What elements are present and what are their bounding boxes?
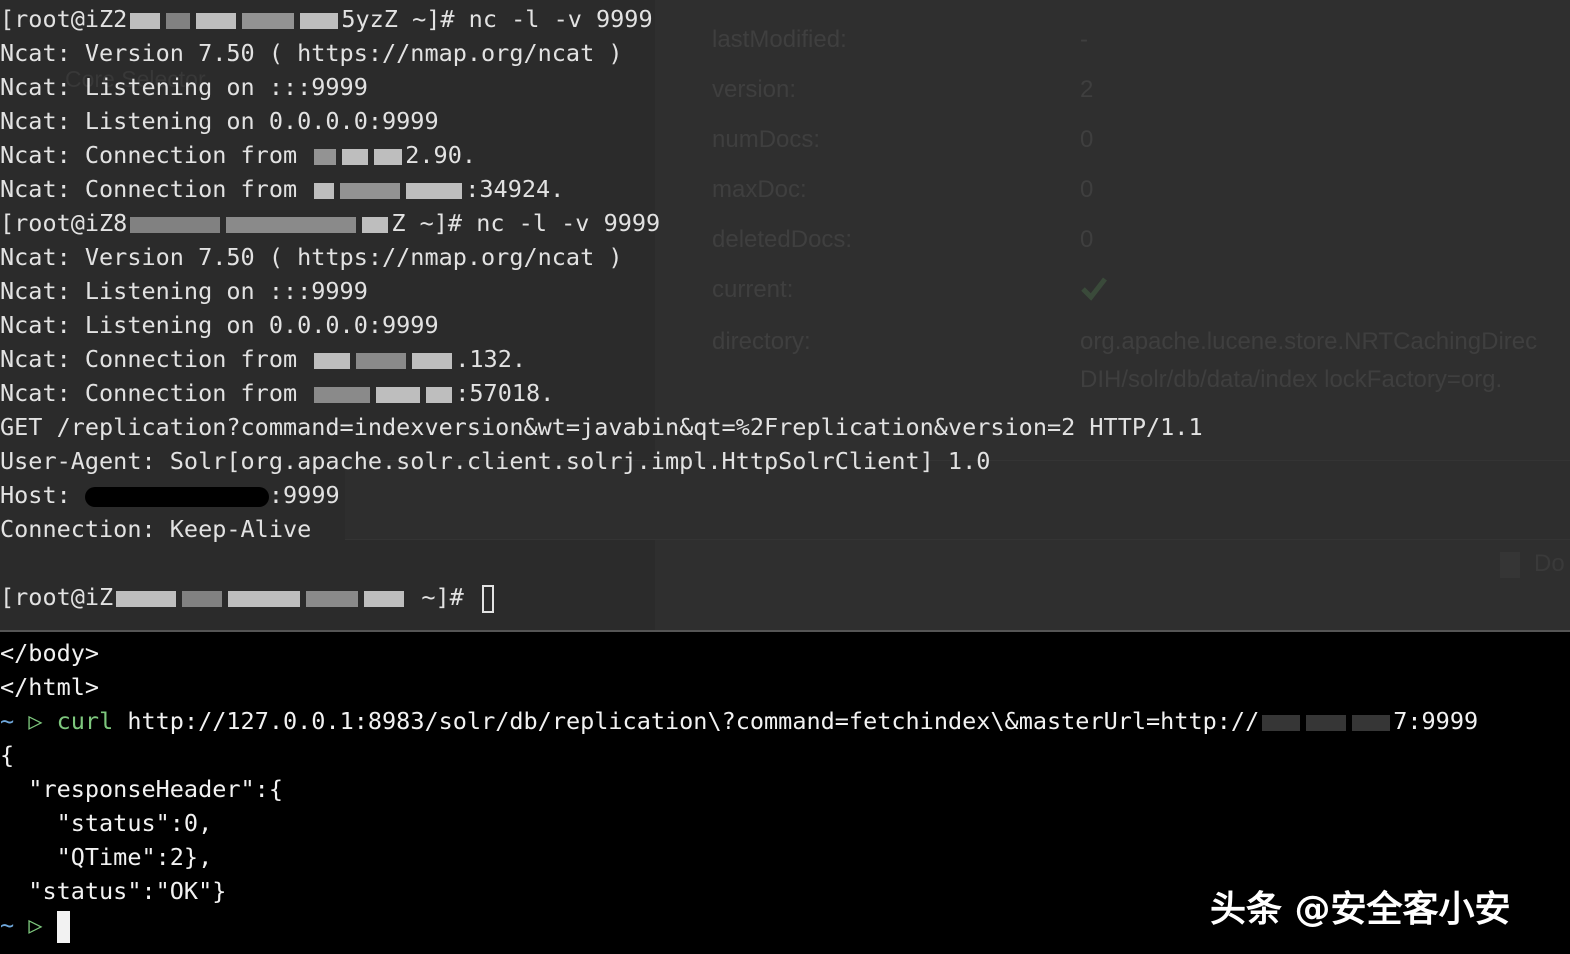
terminal-line: Ncat: Listening on :::9999 [0,73,368,101]
terminal-line: </html> [0,673,100,701]
prompt-arrow-icon: ▷ [28,911,43,939]
terminal-line: Ncat: Connection from :34924. [0,175,565,203]
terminal-line: </body> [0,639,100,667]
terminal-cursor[interactable] [56,910,70,943]
terminal-line: Host: :9999 [0,481,340,509]
top-terminal-output: [root@iZ2 5yzZ ~]# nc -l -v 9999 Ncat: Ve… [0,2,1203,614]
prompt-tilde: ~ [0,911,15,939]
prompt-arrow-icon: ▷ [28,707,43,735]
terminal-line: Ncat: Version 7.50 ( https://nmap.org/nc… [0,39,623,67]
terminal-line: [root@iZ8 Z ~]# nc -l -v 9999 [0,209,661,237]
document-icon [1500,551,1520,578]
terminal-line: Ncat: Connection from :57018. [0,379,555,407]
terminal-cursor[interactable] [481,584,494,613]
terminal-line: User-Agent: Solr[org.apache.solr.client.… [0,447,991,475]
ghost-doc-link: Do [1500,550,1565,578]
terminal-line: [root@iZ2 5yzZ ~]# nc -l -v 9999 [0,5,653,33]
terminal-line: Ncat: Version 7.50 ( https://nmap.org/nc… [0,243,623,271]
watermark: 头条 @安全客小安 [1210,889,1511,930]
terminal-line: GET /replication?command=indexversion&wt… [0,413,1203,441]
json-line: { [0,741,15,769]
json-line: "responseHeader":{ [0,775,283,803]
terminal-line: Ncat: Listening on :::9999 [0,277,368,305]
terminal-line: Ncat: Listening on 0.0.0.0:9999 [0,311,439,339]
json-line: "QTime":2}, [0,843,213,871]
prompt-tilde: ~ [0,707,15,735]
terminal-command-line: ~ ▷ curl http://127.0.0.1:8983/solr/db/r… [0,707,1479,735]
terminal-line: Connection: Keep-Alive [0,515,312,543]
top-terminal-pane[interactable]: Core Selector lastModified: - version: 2 n… [0,0,1570,630]
terminal-line: Ncat: Listening on 0.0.0.0:9999 [0,107,439,135]
json-line: "status":0, [0,809,213,837]
terminal-prompt-line: [root@iZ ~]# [0,580,1203,614]
command-name: curl [56,707,114,735]
terminal-line: Ncat: Connection from 2.90. [0,141,477,169]
terminal-line: Ncat: Connection from .132. [0,345,527,373]
